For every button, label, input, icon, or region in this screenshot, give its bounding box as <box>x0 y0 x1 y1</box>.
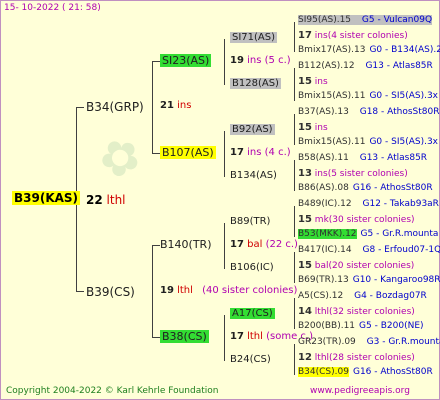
connector <box>294 252 295 283</box>
connector <box>294 344 295 375</box>
connector <box>224 315 225 361</box>
gen3-node[interactable]: B24(CS) <box>230 354 271 365</box>
gen2-node[interactable]: SI23(AS) <box>160 54 212 67</box>
copyright: Copyright 2004-2022 © Karl Kehrle Founda… <box>6 386 219 396</box>
gen1-info: 21 ins <box>160 100 192 111</box>
gen2-info: 17 bal (22 c.) <box>230 239 298 250</box>
gen4-info[interactable]: 13 ins(5 sister colonies) <box>298 168 408 179</box>
gen2-info: 17 ins (4 c.) <box>230 147 291 158</box>
connector <box>224 131 225 177</box>
gen4-bottom[interactable]: Bmix17(AS).13 G0 - B134(AS).2x <box>298 45 440 55</box>
gen3-node[interactable]: B92(AS) <box>230 124 275 135</box>
connector <box>152 245 153 337</box>
gen4-top[interactable]: B112(AS).12 G13 - Atlas85R <box>298 61 433 71</box>
gen4-bottom[interactable]: B53(MKK).12 G5 - Gr.R.mounta <box>298 229 438 239</box>
connector <box>224 223 225 269</box>
gen2-node[interactable]: B107(AS) <box>160 146 216 159</box>
gen4-info[interactable]: 14 lthl(32 sister colonies) <box>298 306 415 317</box>
gen4-top[interactable]: GR23(TR).09 G3 - Gr.R.mounta <box>298 337 440 347</box>
gen2-node[interactable]: B38(CS) <box>160 330 209 343</box>
gen2-node[interactable]: B140(TR) <box>160 238 212 251</box>
connector <box>294 206 295 237</box>
connector <box>294 22 295 52</box>
gen4-bottom[interactable]: B69(TR).13 G10 - Kangaroo98R <box>298 275 440 285</box>
gen4-bottom[interactable]: Bmix15(AS).11 G0 - SI5(AS).3x <box>298 137 438 147</box>
gen4-info[interactable]: 15 ins <box>298 122 328 133</box>
gen2-info: 19 ins (5 c.) <box>230 55 291 66</box>
gen4-top[interactable]: SI95(AS).15 G5 - Vulcan09Q <box>298 15 433 25</box>
gen4-top[interactable]: A5(CS).12 G4 - Bozdag07R <box>298 291 427 301</box>
connector <box>152 61 160 62</box>
gen4-bottom[interactable]: Bmix15(AS).11 G0 - SI5(AS).3x <box>298 91 438 101</box>
gen3-node[interactable]: B128(AS) <box>230 78 281 89</box>
gen3-node[interactable]: B106(IC) <box>230 262 274 273</box>
connector <box>152 153 160 154</box>
gen4-info[interactable]: 15 bal(20 sister colonies) <box>298 260 414 271</box>
connector <box>294 298 295 329</box>
gen4-info[interactable]: 15 mk(30 sister colonies) <box>298 214 415 225</box>
gen4-top[interactable]: B37(AS).13 G18 - AthosSt80R <box>298 107 440 117</box>
date-stamp: 15- 10-2022 ( 21: 58) <box>4 3 101 13</box>
gen4-info[interactable]: 12 lthl(28 sister colonies) <box>298 352 415 363</box>
gen4-info[interactable]: 17 ins(4 sister colonies) <box>298 30 408 41</box>
gen4-info[interactable]: 15 ins <box>298 76 328 87</box>
root-num: 22 <box>86 193 103 207</box>
gen3-node[interactable]: B89(TR) <box>230 216 270 227</box>
gen4-bottom[interactable]: B86(AS).08 G16 - AthosSt80R <box>298 183 433 193</box>
gen4-bottom[interactable]: B200(BB).11 G5 - B200(NE) <box>298 321 424 331</box>
connector <box>152 245 160 246</box>
connector <box>152 61 153 153</box>
gen3-node[interactable]: A17(CS) <box>230 308 275 319</box>
gen1-node[interactable]: B39(CS) <box>86 285 135 299</box>
connector <box>76 107 84 108</box>
gen4-top[interactable]: B489(IC).12 G12 - Takab93aR <box>298 199 439 209</box>
connector <box>294 114 295 145</box>
gen1-node[interactable]: B34(GRP) <box>86 100 144 114</box>
connector <box>224 39 225 85</box>
gen4-bottom[interactable]: B34(CS).09 G16 - AthosSt80R <box>298 367 433 377</box>
gen1-info: 19 lthl (40 sister colonies) <box>160 285 298 296</box>
gen4-top[interactable]: B58(AS).11 G13 - Atlas85R <box>298 153 427 163</box>
connector <box>76 291 84 292</box>
root-ins: lthl <box>106 193 126 207</box>
site-link[interactable]: www.pedigreeapis.org <box>310 386 410 396</box>
root-node[interactable]: B39(KAS) <box>12 191 81 205</box>
connector <box>294 68 295 101</box>
gen3-node[interactable]: B134(AS) <box>230 170 277 181</box>
gen3-node[interactable]: SI71(AS) <box>230 32 278 43</box>
connector <box>152 337 160 338</box>
gen4-top[interactable]: B417(IC).14 G8 - Erfoud07-1Q <box>298 245 440 255</box>
connector <box>294 160 295 191</box>
root-info: 22 lthl <box>86 193 126 207</box>
